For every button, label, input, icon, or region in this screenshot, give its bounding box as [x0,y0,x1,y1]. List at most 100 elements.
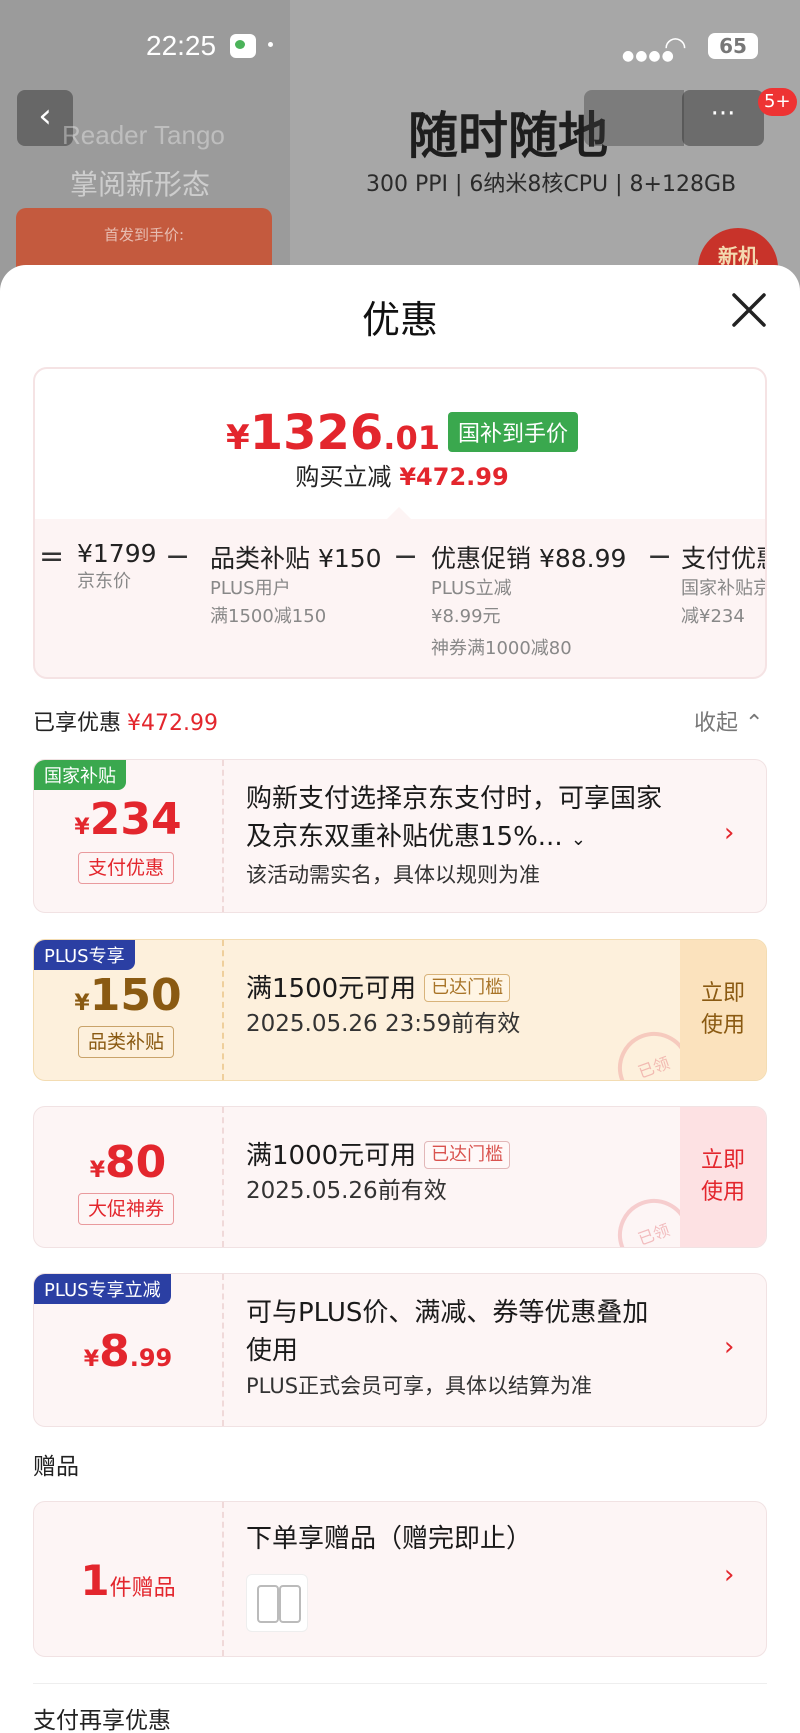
breakdown-sub: 神券满1000减80 [431,638,572,659]
breakdown-sub: PLUS立减 [431,578,512,599]
coupon-description: 满1000元可用 已达门槛 2025.05.26前有效 [246,1137,511,1207]
use-now-button[interactable]: 立即 使用 [680,940,766,1080]
coupon-corner-tag: 国家补贴 [34,760,126,790]
breakdown-head: 品类补贴 ¥150 [210,544,382,573]
gift-count: 1件赠品 [34,1556,222,1605]
background-price-label: 首发到手价: [103,226,185,244]
use-now-label-2: 使用 [700,1013,745,1038]
breakdown-head: 优惠促销 ¥88.99 [431,544,627,573]
reduction-value: ¥472.99 [399,463,509,491]
chevron-right-icon[interactable]: › [724,1332,734,1362]
final-price: ¥1326.01 国补到手价 [35,405,765,461]
collapse-label: 收起 [694,711,739,736]
battery-indicator: 65 [708,33,758,59]
coupon-divider [222,1502,224,1656]
coupon-currency: ¥ [89,1158,106,1183]
coupon-amount: ¥234 [34,794,222,845]
chevron-right-icon[interactable]: › [724,1560,734,1590]
collapse-button[interactable]: 收起 ⌃ [694,705,763,737]
status-bar: 22:25 ●●●● ◠ 65 [0,28,800,68]
breakdown-operator: − [393,539,419,574]
background-slogan: 掌阅新形态 [70,168,211,201]
coupon-validity: 2025.05.26 23:59前有效 [246,1011,521,1037]
threshold-badge: 已达门槛 [424,974,511,1002]
gift-thumbnail[interactable] [246,1574,308,1632]
background-brand-text: Reader Tango [62,120,225,150]
coupon-description: 购新支付选择京东支付时，可享国家 及京东双重补贴优惠15%... ⌄ 该活动需实… [246,780,662,891]
final-price-integer: 1326 [249,405,384,461]
coupon-value-decimal: .99 [129,1344,173,1372]
gift-card[interactable]: 1件赠品 下单享赠品（赠完即止） › [33,1501,767,1657]
share-button[interactable] [584,90,684,146]
status-time: 22:25 [146,30,217,61]
coupon-divider [222,760,224,912]
coupon-value: 234 [89,794,182,845]
close-icon [732,293,766,327]
background-headline: 随时随地 [408,106,608,165]
breakdown-item-jd-price: ¥1799 京东价 [77,539,157,596]
price-summary-box: ¥1326.01 国补到手价 购买立减 ¥472.99 = ¥1799 京东价 − … [33,367,767,679]
coupon-amount: ¥150 [34,970,222,1021]
coupon-promo-voucher: ¥80 大促神券 满1000元可用 已达门槛 2025.05.26前有效 已领 立… [33,1106,767,1248]
coupon-plus-category-subsidy: PLUS专享 ¥150 品类补贴 满1500元可用 已达门槛 2025.05.26… [33,939,767,1081]
use-now-button[interactable]: 立即 使用 [680,1107,766,1247]
summary-caret [387,507,411,519]
expand-chevron-icon[interactable]: ⌄ [571,829,586,850]
final-price-currency: ¥ [226,418,250,458]
breakdown-operator: = [39,539,65,574]
coupon-description: 可与PLUS价、满减、券等优惠叠加 使用 PLUS正式会员可享，具体以结算为准 [246,1294,648,1402]
coupon-amount: ¥8.99 [34,1326,222,1377]
coupon-line1: 购新支付选择京东支付时，可享国家 [246,784,663,814]
coupon-value: 8 [99,1326,130,1377]
coupon-line2[interactable]: 及京东双重补贴优惠15%... ⌄ [246,818,662,859]
wechat-icon [230,34,256,58]
coupon-type-pill: 支付优惠 [78,852,174,884]
coupon-type-pill: 大促神券 [78,1193,174,1225]
close-button[interactable] [726,287,772,333]
coupon-line1: 满1500元可用 已达门槛 [246,970,520,1008]
coupon-divider [222,1107,224,1247]
breakdown-item-category-subsidy: 品类补贴 ¥150 PLUS用户 满1500减150 [210,539,382,631]
breakdown-sub: ¥8.99元 [431,606,501,627]
price-type-tag: 国补到手价 [447,412,578,452]
breakdown-head: ¥1799 [77,539,157,568]
coupon-line2-text: 及京东双重补贴优惠15%... [246,822,563,852]
enjoyed-discount: 已享优惠 ¥472.99 [33,705,218,737]
coupon-condition: 满1000元可用 [246,1141,417,1171]
breakdown-operator: − [165,539,191,574]
wifi-icon: ◠ [664,32,687,62]
coupon-line1: 满1000元可用 已达门槛 [246,1137,511,1175]
pay-section-title: 支付再享优惠 [33,1708,171,1733]
coupon-line3: PLUS正式会员可享，具体以结算为准 [246,1374,593,1398]
enjoyed-label: 已享优惠 [33,711,122,736]
section-divider [33,1683,767,1684]
breakdown-item-promotion: 优惠促销 ¥88.99 PLUS立减 ¥8.99元 神券满1000减80 [431,539,626,663]
price-breakdown: = ¥1799 京东价 − 品类补贴 ¥150 PLUS用户 满1500减150… [35,539,767,669]
coupon-currency: ¥ [74,991,90,1016]
coupon-line1: 可与PLUS价、满减、券等优惠叠加 [246,1298,649,1328]
notification-badge: 5+ [758,88,797,116]
gift-section-title: 赠品 [33,1454,79,1480]
chevron-left-icon: ‹ [38,96,52,136]
chevron-right-icon[interactable]: › [724,818,734,848]
threshold-badge: 已达门槛 [424,1141,511,1169]
discount-sheet: 优惠 ¥1326.01 国补到手价 购买立减 ¥472.99 = ¥1799 京东价… [0,265,800,1733]
more-button[interactable]: ··· [682,90,764,146]
coupon-currency: ¥ [74,815,90,840]
coupon-corner-tag: PLUS专享立减 [34,1274,171,1304]
breakdown-sub: 减¥234 [681,606,745,627]
coupon-divider [222,1274,224,1426]
coupon-line3: 该活动需实名，具体以规则为准 [246,863,540,887]
coupon-plus-instant-discount[interactable]: PLUS专享立减 ¥8.99 可与PLUS价、满减、券等优惠叠加 使用 PLUS… [33,1273,767,1427]
coupon-condition: 满1500元可用 [246,974,417,1004]
breakdown-sub: 国家补贴京 [681,578,767,599]
breakdown-operator: − [647,539,673,574]
coupon-line2: 使用 [246,1336,299,1366]
background-specs: 300 PPI | 6纳米8核CPU | 8+128GB [366,172,737,197]
gift-count-number: 1 [80,1556,110,1605]
coupon-national-subsidy[interactable]: 国家补贴 ¥234 支付优惠 购新支付选择京东支付时，可享国家 及京东双重补贴优… [33,759,767,913]
coupon-validity: 2025.05.26前有效 [246,1178,447,1204]
coupon-description: 满1500元可用 已达门槛 2025.05.26 23:59前有效 [246,970,520,1040]
coupon-amount: ¥80 [34,1137,222,1188]
coupon-currency: ¥ [83,1347,100,1372]
